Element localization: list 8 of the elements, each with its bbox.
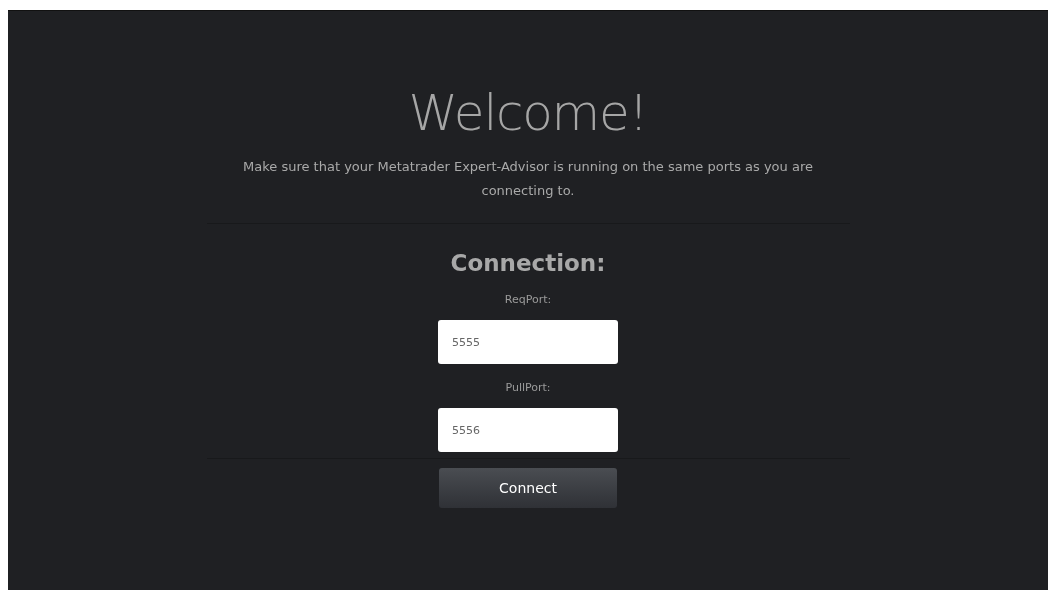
connect-button[interactable]: Connect [439,468,617,508]
port-field[interactable]: 5556 [438,408,618,452]
field-label: ReqPort: [504,292,552,308]
welcome-heading: Welcome! [408,83,648,143]
port-field[interactable]: 5555 [438,320,618,364]
field-label: PullPort: [505,380,551,396]
section-title: Connection: [450,249,606,278]
intro-text: Make sure that your Metatrader Expert-Advisor is running on the same ports as you are connecting to. [242,158,814,200]
